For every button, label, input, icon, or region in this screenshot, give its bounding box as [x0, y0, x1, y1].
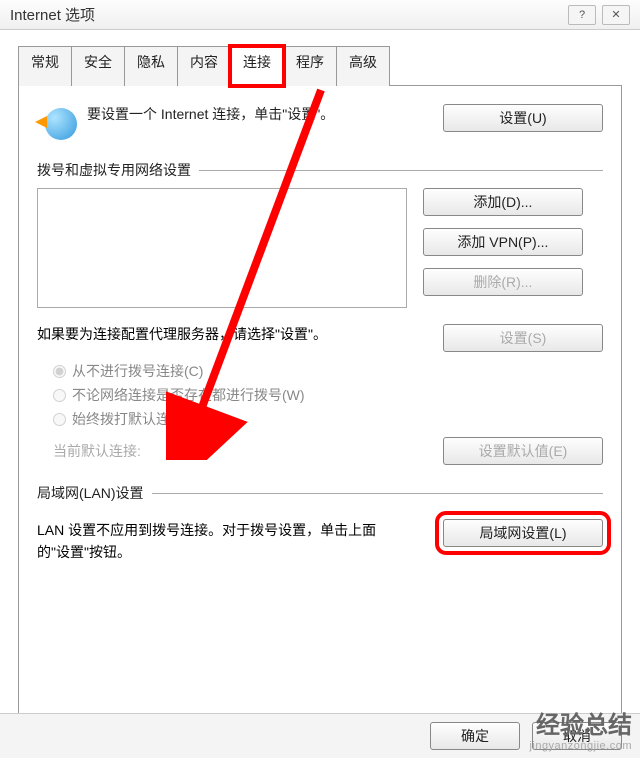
default-conn-value: 无: [193, 441, 443, 461]
radio-never: 从不进行拨号连接(C): [53, 361, 603, 381]
radio-never-label: 从不进行拨号连接(C): [72, 361, 203, 381]
lan-text: LAN 设置不应用到拨号连接。对于拨号设置，单击上面的"设置"按钮。: [37, 519, 407, 564]
tab-connections[interactable]: 连接: [230, 46, 284, 86]
lan-section-label: 局域网(LAN)设置: [37, 483, 603, 503]
watermark-url: jingyanzongjie.com: [529, 740, 632, 752]
ok-button[interactable]: 确定: [430, 722, 520, 750]
window-title: Internet 选项: [10, 4, 95, 25]
dialup-section-label: 拨号和虚拟专用网络设置: [37, 160, 603, 180]
dial-radio-group: 从不进行拨号连接(C) 不论网络连接是否存在都进行拨号(W) 始终拨打默认连接(…: [53, 361, 603, 429]
connections-panel: 要设置一个 Internet 连接，单击"设置"。 设置(U) 拨号和虚拟专用网…: [18, 85, 622, 733]
add-button[interactable]: 添加(D)...: [423, 188, 583, 216]
setup-text: 要设置一个 Internet 连接，单击"设置"。: [87, 104, 443, 125]
tab-security[interactable]: 安全: [71, 46, 125, 86]
radio-never-input: [53, 365, 66, 378]
dialup-listbox[interactable]: [37, 188, 407, 308]
radio-always-label: 始终拨打默认连接(O): [72, 409, 204, 429]
titlebar-buttons: ? ✕: [568, 5, 630, 25]
close-button[interactable]: ✕: [602, 5, 630, 25]
lan-settings-button[interactable]: 局域网设置(L): [443, 519, 603, 547]
remove-button: 删除(R)...: [423, 268, 583, 296]
watermark-title: 经验总结: [529, 705, 632, 740]
add-vpn-button[interactable]: 添加 VPN(P)...: [423, 228, 583, 256]
tab-general[interactable]: 常规: [18, 46, 72, 86]
radio-whenever-label: 不论网络连接是否存在都进行拨号(W): [72, 385, 305, 405]
tabstrip: 常规 安全 隐私 内容 连接 程序 高级: [18, 46, 622, 86]
setup-button[interactable]: 设置(U): [443, 104, 603, 132]
radio-always-input: [53, 413, 66, 426]
watermark: 经验总结 jingyanzongjie.com: [529, 705, 632, 752]
dialup-section-text: 拨号和虚拟专用网络设置: [37, 160, 191, 180]
radio-whenever-input: [53, 389, 66, 402]
tab-advanced[interactable]: 高级: [336, 46, 390, 86]
help-button[interactable]: ?: [568, 5, 596, 25]
tab-programs[interactable]: 程序: [283, 46, 337, 86]
proxy-settings-button: 设置(S): [443, 324, 603, 352]
tab-content[interactable]: 内容: [177, 46, 231, 86]
globe-icon: [37, 104, 77, 144]
default-conn-label: 当前默认连接:: [53, 441, 193, 461]
titlebar: Internet 选项 ? ✕: [0, 0, 640, 30]
proxy-text: 如果要为连接配置代理服务器，请选择"设置"。: [37, 324, 327, 345]
radio-always: 始终拨打默认连接(O): [53, 409, 603, 429]
tab-privacy[interactable]: 隐私: [124, 46, 178, 86]
radio-whenever: 不论网络连接是否存在都进行拨号(W): [53, 385, 603, 405]
lan-section-text: 局域网(LAN)设置: [37, 483, 144, 503]
set-default-button: 设置默认值(E): [443, 437, 603, 465]
